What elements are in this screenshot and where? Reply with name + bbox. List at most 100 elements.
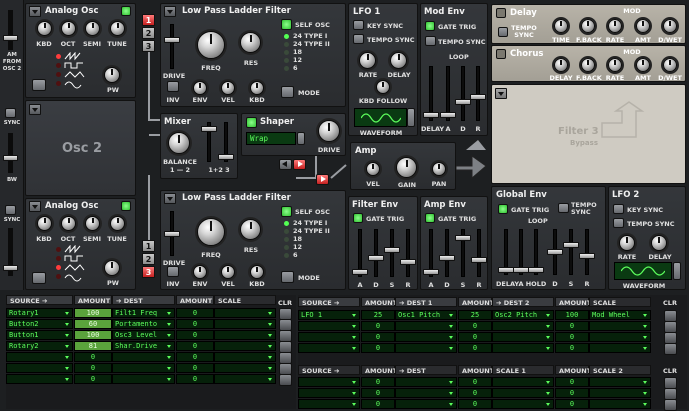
mod-right-top-cell[interactable]: Mod Wheel [589, 310, 651, 320]
global-env-delay-cap[interactable] [498, 267, 514, 273]
mod-left-cell[interactable] [214, 308, 276, 318]
filter3-menu-button[interactable] [495, 88, 507, 99]
mod-right-top-cell[interactable]: 0 [361, 321, 395, 331]
mod-right-top-cell[interactable]: 0 [458, 332, 492, 342]
delay-tempo-sync-button[interactable] [498, 27, 508, 37]
filter1-type-led-1[interactable] [284, 34, 289, 39]
mod-right-bottom-cell[interactable] [589, 399, 651, 409]
delay-amt-knob[interactable] [636, 19, 650, 33]
amp-pan-knob[interactable] [432, 162, 446, 176]
mod-right-top-cell[interactable] [492, 332, 554, 342]
mod-right-bottom-cell[interactable] [298, 377, 360, 387]
lfo1-tempo-sync-button[interactable] [353, 34, 364, 44]
bw-fader-cap[interactable] [3, 155, 18, 161]
amp-env-r-slider[interactable] [477, 229, 481, 277]
shaper-on-led[interactable] [246, 117, 257, 128]
filter-env-d-cap[interactable] [368, 255, 384, 261]
mod-env-delay-cap[interactable] [423, 112, 439, 118]
filter1-menu-button[interactable] [164, 6, 176, 17]
filter2-menu-button[interactable] [164, 193, 176, 204]
delay-time-knob[interactable] [554, 19, 568, 33]
mod-right-top-cell[interactable] [492, 343, 554, 353]
mod-right-bottom-cell[interactable]: 0 [361, 388, 395, 398]
mod-left-cell[interactable]: 0 [176, 308, 214, 318]
osc3-pw-knob[interactable] [104, 260, 120, 276]
mod-right-bottom-cell[interactable]: 0 [361, 377, 395, 387]
clear-row-button[interactable] [664, 399, 677, 411]
mod-right-top-cell[interactable] [589, 343, 651, 353]
mod-right-bottom-cell[interactable] [395, 388, 457, 398]
mod-left-cell[interactable]: 100 [74, 330, 112, 340]
mod-left-cell[interactable] [214, 330, 276, 340]
chorus-rate-knob[interactable] [608, 58, 622, 72]
osc2-menu-button[interactable] [29, 104, 41, 115]
mod-left-cell[interactable]: 0 [176, 319, 214, 329]
mod-right-top-cell[interactable]: 0 [361, 343, 395, 353]
mod-right-top-cell[interactable]: 0 [555, 343, 589, 353]
mod-left-cell[interactable]: Rotary2 [6, 341, 73, 351]
mod-right-bottom-cell[interactable] [298, 399, 360, 409]
osc1-tune-knob[interactable] [110, 21, 125, 36]
delay-on-led[interactable] [496, 8, 506, 18]
sync-button-1[interactable] [5, 108, 16, 118]
mod-left-cell[interactable]: Filt1 Freq [112, 308, 175, 318]
mod-left-cell[interactable] [214, 319, 276, 329]
filter1-freq-knob[interactable] [197, 31, 225, 59]
mod-left-cell[interactable]: 0 [74, 363, 112, 373]
filter1-drive-slider[interactable] [170, 24, 174, 69]
mod-left-cell[interactable]: Button1 [6, 330, 73, 340]
filter-env-r-cap[interactable] [400, 259, 416, 265]
mod-left-cell[interactable]: Shar.Drive [112, 341, 175, 351]
mod-right-bottom-cell[interactable] [395, 377, 457, 387]
global-env-d-cap[interactable] [547, 249, 563, 255]
clear-row-button[interactable] [279, 374, 292, 386]
osc3-menu-button[interactable] [29, 201, 41, 212]
mod-right-top-cell[interactable]: Osc1 Pitch [395, 310, 457, 320]
amp-vel-knob[interactable] [366, 162, 380, 176]
osc1-kbd-knob[interactable] [37, 21, 52, 36]
filter2-drive-cap[interactable] [164, 231, 180, 237]
lfo1-delay-knob[interactable] [390, 52, 407, 69]
amp-env-a-cap[interactable] [423, 269, 439, 275]
filter1-type-led-2[interactable] [284, 42, 289, 47]
mod-left-cell[interactable]: 0 [74, 352, 112, 362]
lfo2-tempo-sync-button[interactable] [613, 218, 624, 228]
amp-env-d-cap[interactable] [439, 255, 455, 261]
mod-right-top-cell[interactable] [298, 321, 360, 331]
global-env-r-slider[interactable] [585, 229, 589, 275]
mod-left-cell[interactable] [6, 352, 73, 362]
mod-right-bottom-cell[interactable]: 0 [458, 399, 492, 409]
filter1-drive-cap[interactable] [164, 37, 180, 43]
filter2-res-knob[interactable] [240, 219, 261, 240]
mod-right-bottom-cell[interactable] [589, 388, 651, 398]
filter1-inv-button[interactable] [167, 81, 179, 92]
filter2-env-knob[interactable] [193, 265, 207, 279]
mod-right-bottom-cell[interactable] [492, 388, 554, 398]
mod-right-top-cell[interactable] [589, 332, 651, 342]
mod-left-cell[interactable]: Osc3 Level [112, 330, 175, 340]
mod-left-cell[interactable] [214, 341, 276, 351]
osc-fader-cap-bottom[interactable] [3, 265, 18, 271]
mod-right-bottom-cell[interactable] [492, 399, 554, 409]
amp-gain-knob[interactable] [396, 157, 417, 178]
mod-right-top-cell[interactable]: LFO 1 [298, 310, 360, 320]
osc3-oct-knob[interactable] [61, 216, 76, 231]
route-top-1[interactable]: 1 [142, 14, 155, 26]
filter1-kbd-knob[interactable] [250, 81, 264, 95]
mod-left-cell[interactable]: 0 [176, 352, 214, 362]
filter2-mode-button[interactable] [281, 271, 294, 283]
mod-right-bottom-cell[interactable]: 0 [361, 399, 395, 409]
mod-right-top-cell[interactable]: 100 [555, 310, 589, 320]
lfo2-waveform-scroll[interactable] [673, 262, 681, 280]
mixer-fader-12-cap[interactable] [201, 126, 217, 132]
filter2-type-led-5[interactable] [284, 253, 289, 258]
mod-right-top-cell[interactable]: 0 [555, 321, 589, 331]
mod-right-bottom-cell[interactable]: 0 [555, 399, 589, 409]
mod-left-cell[interactable]: 0 [74, 374, 112, 384]
osc1-oct-knob[interactable] [61, 21, 76, 36]
lfo1-kbd-follow-knob[interactable] [376, 80, 390, 94]
filter1-mode-button[interactable] [281, 86, 294, 98]
mod-left-cell[interactable]: 0 [176, 341, 214, 351]
mod-left-cell[interactable]: Rotary1 [6, 308, 73, 318]
mod-right-top-cell[interactable] [395, 321, 457, 331]
